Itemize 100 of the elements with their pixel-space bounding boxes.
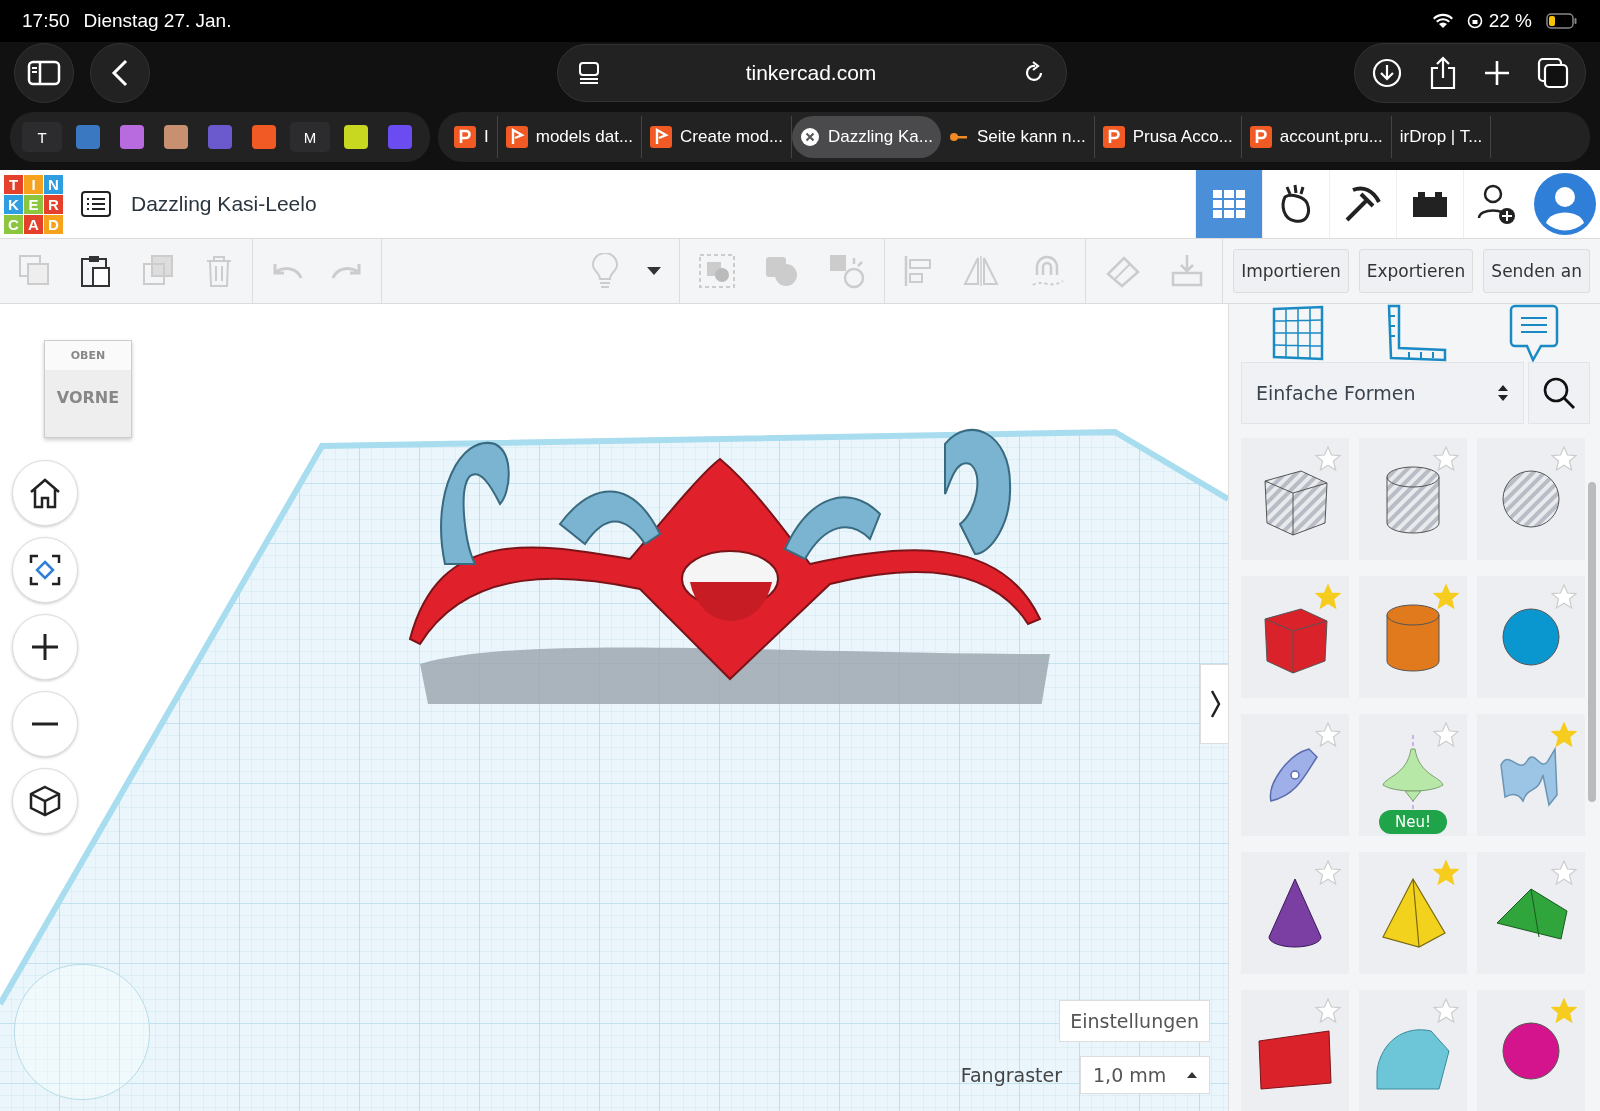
flag-favicon-icon <box>505 126 528 148</box>
chevron-right-icon <box>1208 689 1221 719</box>
copy-icon[interactable] <box>18 254 52 288</box>
plus-icon <box>30 632 60 662</box>
shape-tile[interactable] <box>1359 990 1467 1111</box>
rotation-lock-icon <box>1466 13 1483 29</box>
letter-favicon-icon <box>1102 126 1125 148</box>
group-icon[interactable] <box>698 253 737 289</box>
pinned-tab-icon[interactable] <box>120 125 144 149</box>
pinned-tab-icon[interactable] <box>164 125 188 149</box>
category-value: Einfache Formen <box>1256 382 1416 404</box>
browser-tab[interactable]: irDrop | T... <box>1391 116 1492 158</box>
collapse-panel-button[interactable] <box>1200 664 1228 744</box>
shape-tile[interactable] <box>1477 852 1585 974</box>
shape-tile[interactable] <box>1477 714 1585 836</box>
star-icon[interactable] <box>1315 998 1341 1024</box>
key-icon <box>948 130 969 144</box>
page-menu-icon <box>578 61 600 85</box>
scrollbar[interactable] <box>1588 482 1596 802</box>
browser-tab[interactable]: Seite kann n... <box>940 116 1095 158</box>
star-icon[interactable] <box>1315 584 1341 610</box>
solid-hole-icon[interactable] <box>828 253 867 289</box>
star-icon[interactable] <box>1433 998 1459 1024</box>
duplicate-icon[interactable] <box>140 254 176 288</box>
list-icon[interactable] <box>81 191 111 217</box>
pinned-tab-icon[interactable] <box>388 125 412 149</box>
shape-tile[interactable] <box>1477 576 1585 698</box>
star-icon[interactable] <box>1551 584 1577 610</box>
lightbulb-icon[interactable] <box>591 253 620 289</box>
pinned-tab-icon[interactable] <box>344 125 368 149</box>
toolbar-button[interactable]: Importieren <box>1233 249 1349 293</box>
browser-tab[interactable]: I <box>446 116 498 158</box>
star-icon[interactable] <box>1315 722 1341 748</box>
pinned-tab[interactable]: T <box>22 122 62 152</box>
snap-grid-select[interactable]: 1,0 mm <box>1080 1056 1210 1094</box>
star-icon[interactable] <box>1433 446 1459 472</box>
star-icon[interactable] <box>1433 860 1459 886</box>
browser-tab[interactable]: Create mod... <box>642 116 793 158</box>
shape-tile[interactable] <box>1241 438 1349 560</box>
star-icon[interactable] <box>1551 860 1577 886</box>
address-bar[interactable]: tinkercad.com <box>557 44 1067 102</box>
shape-tile[interactable] <box>1241 714 1349 836</box>
caret-up-icon <box>1187 1071 1197 1079</box>
shape-tile[interactable] <box>1359 576 1467 698</box>
pinned-tab-icon[interactable] <box>252 125 276 149</box>
shape-tile[interactable] <box>1241 990 1349 1111</box>
tabs-icon[interactable] <box>1537 57 1569 89</box>
toolbar-button[interactable]: Senden an <box>1483 249 1590 293</box>
shape-tile[interactable] <box>1477 438 1585 560</box>
clock-time: 17:50 <box>22 10 70 32</box>
ruler-icon[interactable] <box>1387 304 1448 362</box>
browser-tab[interactable]: Dazzling Ka... <box>792 116 941 158</box>
url-text: tinkercad.com <box>744 61 878 85</box>
browser-tab[interactable]: models dat... <box>497 116 643 158</box>
share-icon[interactable] <box>1429 56 1457 90</box>
shape-tile[interactable] <box>1241 576 1349 698</box>
search-icon <box>1542 376 1576 410</box>
snap-grid-label: Fangraster <box>960 1064 1062 1086</box>
trash-icon[interactable] <box>204 254 234 288</box>
browser-tab[interactable]: Prusa Acco... <box>1094 116 1242 158</box>
zoom-in-button[interactable] <box>12 614 78 680</box>
project-title[interactable]: Dazzling Kasi-Leelo <box>131 192 317 216</box>
shape-tile[interactable] <box>1241 852 1349 974</box>
flag-favicon-icon <box>650 126 673 148</box>
home-view-button[interactable] <box>12 460 78 526</box>
star-icon[interactable] <box>1551 722 1577 748</box>
close-icon[interactable] <box>800 127 821 147</box>
star-icon[interactable] <box>1433 584 1459 610</box>
star-icon[interactable] <box>1551 998 1577 1024</box>
add-user-icon <box>1477 182 1517 226</box>
shape-tile[interactable] <box>1477 990 1585 1111</box>
category-select[interactable]: Einfache Formen <box>1241 362 1524 424</box>
pinned-tab-icon[interactable] <box>208 125 232 149</box>
pinned-tab[interactable]: M <box>290 122 330 152</box>
pinned-tab-icon[interactable] <box>76 125 100 149</box>
align-icon[interactable] <box>903 254 934 288</box>
fit-view-button[interactable] <box>12 537 78 603</box>
settings-button[interactable]: Einstellungen <box>1059 1000 1210 1042</box>
letter-favicon-icon <box>1249 126 1272 148</box>
avatar-icon[interactable] <box>1534 173 1596 235</box>
home-icon <box>28 477 62 509</box>
star-icon[interactable] <box>1315 446 1341 472</box>
browser-tab[interactable]: account.pru... <box>1241 116 1392 158</box>
star-icon[interactable] <box>1433 722 1459 748</box>
shape-tile[interactable] <box>1359 438 1467 560</box>
cube-icon <box>28 784 62 818</box>
caret-icon[interactable] <box>647 266 662 276</box>
star-icon[interactable] <box>1551 446 1577 472</box>
search-button[interactable] <box>1528 362 1590 424</box>
plus-icon[interactable] <box>1483 59 1511 87</box>
download-icon[interactable] <box>1371 57 1403 89</box>
export-tray-icon[interactable] <box>1170 253 1205 289</box>
star-icon[interactable] <box>1315 860 1341 886</box>
zoom-out-button[interactable] <box>12 691 78 757</box>
shape-tile[interactable] <box>1359 852 1467 974</box>
perspective-button[interactable] <box>12 768 78 834</box>
toolbar-button[interactable]: Exportieren <box>1358 249 1474 293</box>
paste-icon[interactable] <box>80 254 112 288</box>
back-icon <box>111 59 129 87</box>
app-logo[interactable]: T I N K E R C A D <box>4 174 63 234</box>
